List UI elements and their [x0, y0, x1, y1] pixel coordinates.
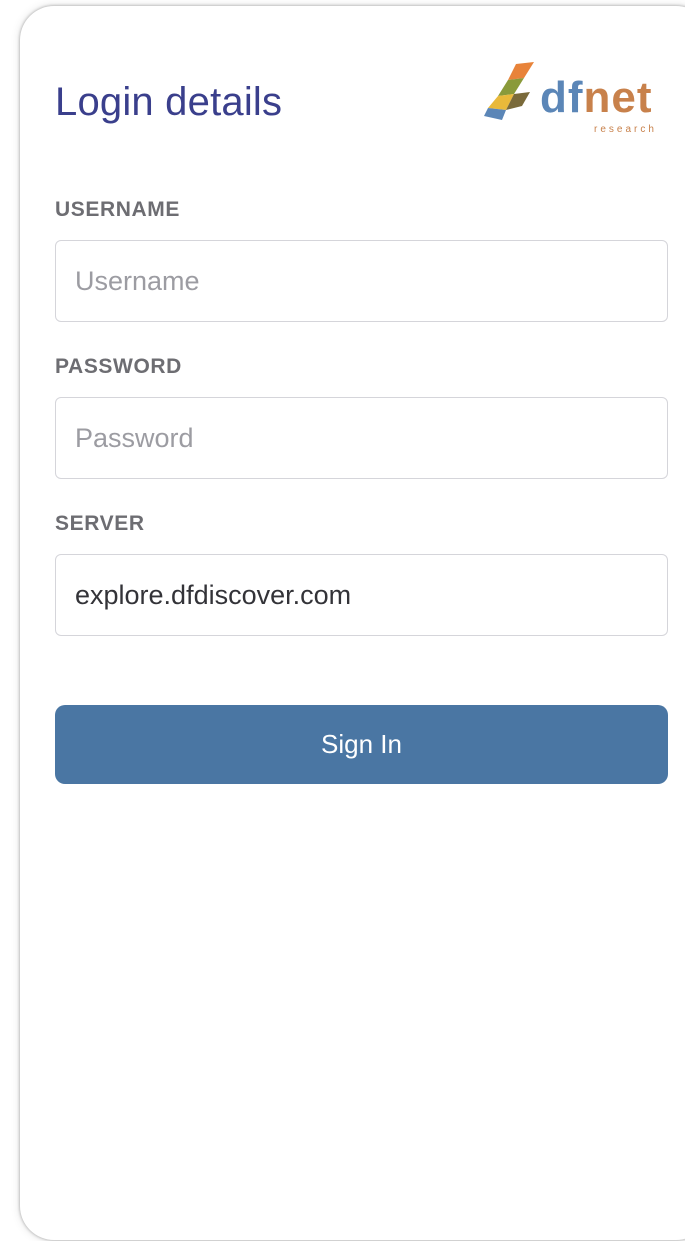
dfnet-logo: dfnet research — [484, 58, 674, 138]
sign-in-button[interactable]: Sign In — [55, 705, 668, 784]
dfnet-logo-icon — [484, 62, 534, 120]
password-input[interactable] — [55, 397, 668, 479]
password-label: PASSWORD — [55, 355, 182, 378]
server-label: SERVER — [55, 512, 145, 535]
logo-text-df: df — [540, 73, 584, 122]
server-input[interactable] — [55, 554, 668, 636]
dfnet-logo-text: dfnet — [540, 76, 653, 120]
username-input[interactable] — [55, 240, 668, 322]
username-label: USERNAME — [55, 198, 180, 221]
logo-subtext: research — [594, 124, 657, 135]
logo-text-net: net — [583, 73, 653, 122]
page-title: Login details — [55, 80, 283, 124]
